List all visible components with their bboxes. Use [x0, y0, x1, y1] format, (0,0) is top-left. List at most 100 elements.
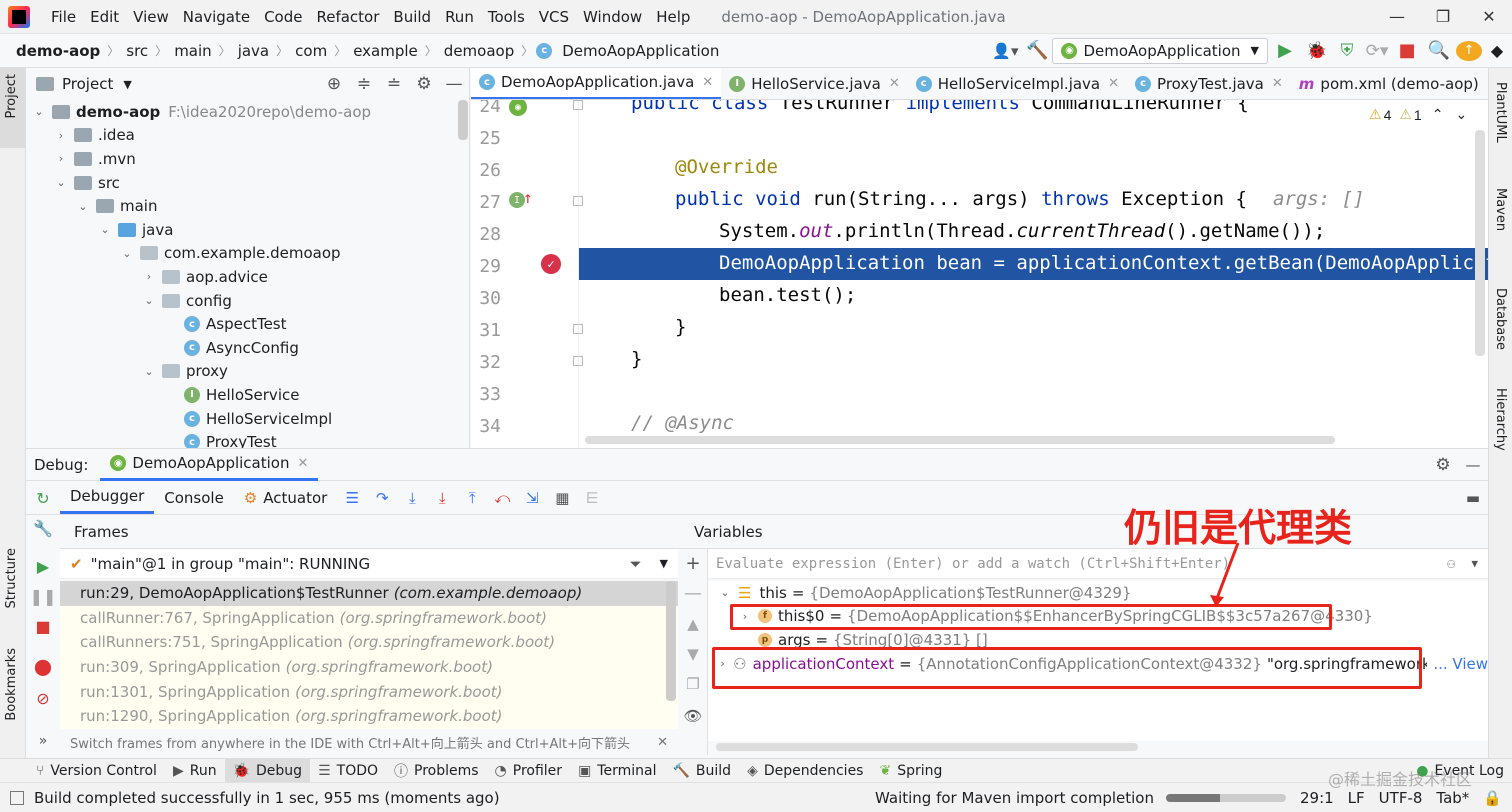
- show-watches-icon[interactable]: 👁: [682, 707, 704, 725]
- locate-icon[interactable]: ⊕: [319, 74, 349, 94]
- project-scrollbar[interactable]: [458, 100, 468, 140]
- tree-item[interactable]: ⌄ proxy: [26, 360, 469, 384]
- tool-dependencies[interactable]: ◈ Dependencies: [739, 763, 871, 779]
- move-down-icon[interactable]: ▼: [682, 645, 704, 663]
- tab-proxytest[interactable]: c ProxyTest.java ✕: [1127, 68, 1291, 99]
- tree-root[interactable]: ⌄ demo-aop F:\idea2020repo\demo-aop: [26, 100, 469, 124]
- expand-all-icon[interactable]: ≑: [349, 74, 379, 94]
- menu-window[interactable]: Window: [576, 8, 649, 26]
- fold-icon[interactable]: [573, 324, 583, 334]
- tool-version-control[interactable]: ⑂ Version Control: [28, 763, 165, 779]
- step-into-icon[interactable]: ⤓: [397, 489, 427, 507]
- jetbrains-icon[interactable]: ◆: [1482, 41, 1512, 60]
- indent-setting[interactable]: Tab*: [1436, 789, 1469, 807]
- tab-pom[interactable]: m pom.xml (demo-aop): [1291, 68, 1487, 99]
- breadcrumb-example[interactable]: example: [349, 42, 422, 60]
- close-icon[interactable]: ✕: [657, 735, 668, 750]
- menu-file[interactable]: File: [44, 8, 83, 26]
- user-icon[interactable]: 👤▾: [988, 42, 1022, 60]
- dropdown-arrow-icon[interactable]: ▼: [660, 557, 668, 570]
- minimize-icon[interactable]: —: [1374, 0, 1420, 34]
- tool-spring[interactable]: ❦ Spring: [871, 763, 950, 779]
- lock-icon[interactable]: 🔒: [1483, 789, 1502, 807]
- move-up-icon[interactable]: ▲: [682, 615, 704, 633]
- hide-icon[interactable]: —: [439, 74, 469, 94]
- fold-icon[interactable]: [573, 196, 583, 206]
- glasses-icon[interactable]: ⚇: [1447, 556, 1455, 572]
- menu-build[interactable]: Build: [386, 8, 438, 26]
- line-separator[interactable]: LF: [1348, 789, 1365, 807]
- breadcrumb-demoaop[interactable]: demoaop: [440, 42, 518, 60]
- filter-icon[interactable]: ⏷: [630, 555, 642, 573]
- tree-item[interactable]: › aop.advice: [26, 265, 469, 289]
- breadcrumb-project[interactable]: demo-aop: [12, 42, 104, 60]
- tool-problems[interactable]: ⓘ Problems: [386, 761, 487, 781]
- tree-item[interactable]: c HelloServiceImpl: [26, 407, 469, 431]
- view-link[interactable]: ... View: [1433, 655, 1488, 673]
- menu-navigate[interactable]: Navigate: [176, 8, 257, 26]
- inspection-widget[interactable]: ⚠ 4 ⚠ 1 ⌃ ⌄: [1369, 106, 1467, 123]
- thread-selector[interactable]: ✔ "main"@1 in group "main": RUNNING ⏷ ▼: [60, 549, 678, 579]
- menu-view[interactable]: View: [126, 8, 176, 26]
- status-layout-icon[interactable]: [10, 790, 24, 805]
- tree-item[interactable]: c AspectTest: [26, 312, 469, 336]
- close-window-icon[interactable]: ✕: [1466, 0, 1512, 34]
- tree-item[interactable]: c ProxyTest: [26, 430, 469, 448]
- pause-icon[interactable]: ❚❚: [30, 587, 57, 606]
- breadcrumb-current-class[interactable]: DemoAopApplication: [558, 42, 723, 60]
- breakpoint-icon[interactable]: ✓: [541, 254, 561, 274]
- file-encoding[interactable]: UTF-8: [1379, 789, 1423, 807]
- tool-terminal[interactable]: ▣ Terminal: [570, 763, 664, 779]
- plantuml-tool-button[interactable]: PlantUML: [1493, 82, 1508, 143]
- variables-horizontal-scrollbar[interactable]: [716, 743, 1138, 751]
- stack-frame[interactable]: run:1301, SpringApplication (org.springfr…: [60, 679, 678, 704]
- project-tool-button[interactable]: Project: [0, 68, 25, 148]
- var-this[interactable]: ⌄ ☰ this = {DemoAopApplication$TestRunne…: [708, 581, 1488, 605]
- duplicate-icon[interactable]: ❐: [682, 675, 704, 693]
- tab-console[interactable]: Console: [154, 482, 234, 514]
- tool-todo[interactable]: ☰ TODO: [310, 763, 386, 779]
- tree-item[interactable]: ⌄ src: [26, 171, 469, 195]
- evaluate-icon[interactable]: ▦: [547, 489, 577, 507]
- editor-scrollbar[interactable]: [1475, 130, 1485, 356]
- stack-frame[interactable]: run:1290, SpringApplication (org.springfr…: [60, 704, 678, 729]
- build-hammer-icon[interactable]: 🔨: [1022, 40, 1052, 61]
- update-icon[interactable]: ↑: [1456, 40, 1482, 61]
- tool-run[interactable]: ▶ Run: [165, 763, 225, 779]
- breadcrumb-java[interactable]: java: [234, 42, 273, 60]
- breadcrumb-main[interactable]: main: [170, 42, 215, 60]
- trace-icon[interactable]: ⋿: [577, 489, 607, 507]
- layout-icon[interactable]: ▬: [1458, 489, 1488, 507]
- menu-code[interactable]: Code: [257, 8, 309, 26]
- close-tab-icon[interactable]: ✕: [889, 76, 900, 91]
- tool-profiler[interactable]: ◔ Profiler: [487, 763, 571, 779]
- chevron-down-icon[interactable]: ⌄: [1455, 106, 1467, 123]
- stop-icon[interactable]: ■: [1392, 40, 1422, 61]
- more-icon[interactable]: »: [32, 733, 54, 749]
- breadcrumb-com[interactable]: com: [291, 42, 331, 60]
- tree-item[interactable]: ⌄ main: [26, 194, 469, 218]
- tab-actuator[interactable]: ⚙ Actuator: [234, 482, 338, 514]
- chevron-up-icon[interactable]: ⌃: [1432, 106, 1444, 123]
- run-configuration-select[interactable]: ◉ DemoAopApplication ▼: [1052, 37, 1268, 64]
- spring-bean-icon[interactable]: ◉: [509, 100, 527, 116]
- maven-status[interactable]: Waiting for Maven import completion: [875, 789, 1154, 807]
- close-tab-icon[interactable]: ✕: [1108, 76, 1119, 91]
- coverage-icon[interactable]: ⛨: [1332, 41, 1362, 61]
- tree-item[interactable]: › .idea: [26, 124, 469, 148]
- menu-help[interactable]: Help: [649, 8, 697, 26]
- tree-item[interactable]: ⌄ com.example.demoaop: [26, 242, 469, 266]
- menu-run[interactable]: Run: [438, 8, 481, 26]
- gear-icon[interactable]: ⚙: [409, 74, 439, 94]
- collapse-all-icon[interactable]: ≐: [379, 74, 409, 94]
- search-icon[interactable]: 🔍: [1422, 40, 1456, 61]
- editor-horizontal-scrollbar[interactable]: [585, 436, 1335, 444]
- mute-breakpoints-icon[interactable]: ⊘: [32, 689, 54, 708]
- close-tab-icon[interactable]: ✕: [1272, 76, 1283, 91]
- add-watch-icon[interactable]: +: [682, 553, 704, 574]
- structure-tool-button[interactable]: Structure: [4, 548, 19, 612]
- database-tool-button[interactable]: Database: [1493, 288, 1508, 350]
- breadcrumb-src[interactable]: src: [122, 42, 152, 60]
- run-to-cursor-icon[interactable]: ⇲: [517, 489, 547, 507]
- tab-debugger[interactable]: Debugger: [60, 482, 155, 514]
